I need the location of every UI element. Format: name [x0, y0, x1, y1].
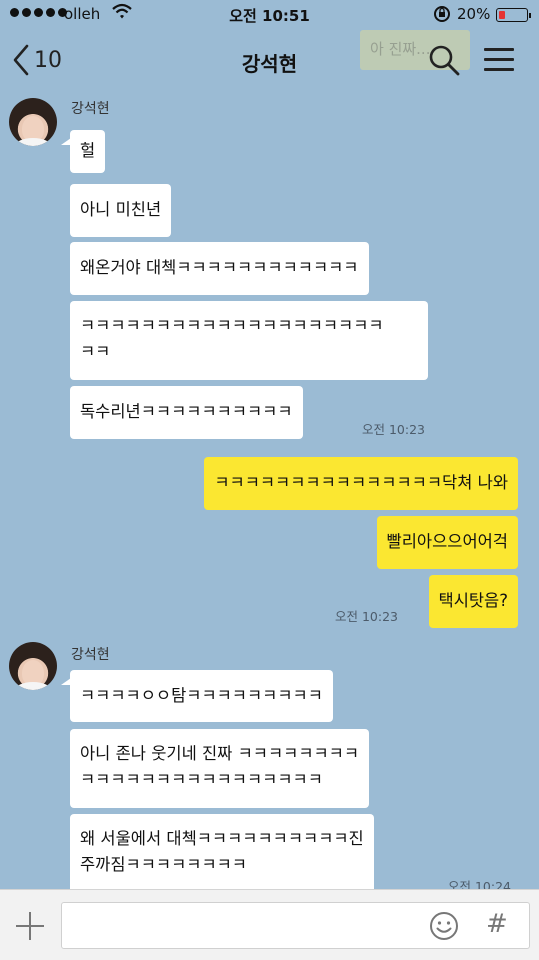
message-bubble[interactable]: 왜온거야 대첵ㅋㅋㅋㅋㅋㅋㅋㅋㅋㅋㅋㅋ — [70, 242, 369, 295]
avatar[interactable] — [9, 642, 57, 690]
message-text-line: 주까짐ㅋㅋㅋㅋㅋㅋㅋㅋ — [80, 855, 247, 874]
input-bar: # — [0, 889, 539, 960]
search-icon — [429, 45, 460, 76]
message-timestamp: 오전 10:24 — [448, 879, 511, 889]
message-bubble[interactable]: 헐 — [60, 130, 106, 173]
battery-icon — [496, 8, 531, 22]
message-list[interactable]: 강석현 헐 아니 미친년 왜온거야 대첵ㅋㅋㅋㅋㅋㅋㅋㅋㅋㅋㅋㅋ ㅋㅋㅋㅋㅋㅋㅋ… — [0, 92, 539, 889]
message-text: 빨리아으으어어걱 — [386, 532, 508, 551]
message-text: 택시탓음? — [438, 591, 508, 610]
message-bubble[interactable]: 독수리년ㅋㅋㅋㅋㅋㅋㅋㅋㅋㅋ — [70, 386, 303, 439]
message-bubble[interactable]: 아니 존나 웃기네 진짜 ㅋㅋㅋㅋㅋㅋㅋㅋ ㅋㅋㅋㅋㅋㅋㅋㅋㅋㅋㅋㅋㅋㅋㅋㅋ — [70, 729, 370, 808]
avatar[interactable] — [9, 98, 57, 146]
search-button[interactable] — [428, 44, 460, 80]
orientation-lock-icon — [432, 4, 452, 28]
message-text: 왜온거야 대첵ㅋㅋㅋㅋㅋㅋㅋㅋㅋㅋㅋㅋ — [80, 258, 359, 277]
plus-icon[interactable] — [14, 910, 46, 942]
message-bubble[interactable]: 왜 서울에서 대첵ㅋㅋㅋㅋㅋㅋㅋㅋㅋㅋ진 주까짐ㅋㅋㅋㅋㅋㅋㅋㅋ — [70, 814, 374, 889]
message-bubble[interactable]: 아니 미친년 — [70, 184, 172, 237]
message-text-line: 왜 서울에서 대첵ㅋㅋㅋㅋㅋㅋㅋㅋㅋㅋ진 — [80, 829, 364, 848]
message-timestamp: 오전 10:23 — [335, 609, 398, 624]
message-text-line: ㅋㅋㅋㅋㅋㅋㅋㅋㅋㅋㅋㅋㅋㅋㅋㅋㅋㅋㅋㅋ — [80, 316, 384, 335]
sender-name: 강석현 — [71, 101, 110, 117]
message-text: ㅋㅋㅋㅋㅋㅋㅋㅋㅋㅋㅋㅋㅋㅋㅋ닥쳐 나와 — [214, 473, 508, 492]
status-bar: olleh 오전 10:51 20% — [0, 0, 539, 30]
message-text-line: 아니 존나 웃기네 진짜 ㅋㅋㅋㅋㅋㅋㅋㅋ — [80, 744, 360, 763]
message-text: 독수리년ㅋㅋㅋㅋㅋㅋㅋㅋㅋㅋ — [80, 402, 293, 421]
message-bubble[interactable]: 빨리아으으어어걱 — [376, 516, 518, 569]
message-text: 아니 미친년 — [80, 200, 162, 219]
sender-name: 강석현 — [71, 647, 110, 663]
message-bubble[interactable]: ㅋㅋㅋㅋㅇㅇ탐ㅋㅋㅋㅋㅋㅋㅋㅋㅋ — [61, 670, 333, 722]
message-text: ㅋㅋㅋㅋㅇㅇ탐ㅋㅋㅋㅋㅋㅋㅋㅋㅋ — [80, 686, 323, 705]
message-bubble[interactable]: 택시탓음? — [428, 575, 518, 628]
battery-percent: 20% — [457, 5, 491, 23]
message-timestamp: 오전 10:23 — [362, 422, 425, 437]
message-text-line: ㅋㅋ — [80, 342, 111, 361]
message-bubble[interactable]: ㅋㅋㅋㅋㅋㅋㅋㅋㅋㅋㅋㅋㅋㅋㅋㅋㅋㅋㅋㅋ ㅋㅋ — [70, 301, 428, 380]
message-bubble[interactable]: ㅋㅋㅋㅋㅋㅋㅋㅋㅋㅋㅋㅋㅋㅋㅋ닥쳐 나와 — [204, 457, 518, 510]
emoji-icon[interactable] — [429, 911, 459, 945]
message-text-line: ㅋㅋㅋㅋㅋㅋㅋㅋㅋㅋㅋㅋㅋㅋㅋㅋ — [80, 770, 323, 789]
hashtag-icon[interactable]: # — [486, 909, 508, 939]
message-text: 헐 — [80, 141, 96, 160]
chat-header: 10 강석현 — [0, 30, 539, 92]
menu-button[interactable] — [484, 48, 514, 78]
message-input[interactable] — [61, 902, 530, 949]
